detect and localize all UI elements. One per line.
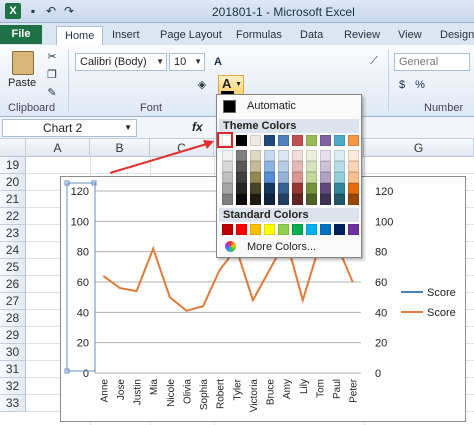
- theme-shade-swatch[interactable]: [320, 172, 331, 183]
- theme-shade-swatch[interactable]: [334, 183, 345, 194]
- standard-color-swatch[interactable]: [250, 224, 261, 235]
- theme-shade-swatch[interactable]: [236, 150, 247, 161]
- more-colors-label: More Colors...: [247, 241, 317, 253]
- theme-shade-swatch[interactable]: [222, 194, 233, 205]
- arrow-line: [109, 142, 211, 174]
- automatic-swatch: [223, 100, 236, 113]
- theme-shade-swatch[interactable]: [222, 161, 233, 172]
- theme-shade-swatch[interactable]: [250, 172, 261, 183]
- theme-color-swatch[interactable]: [334, 135, 345, 146]
- theme-shade-swatch[interactable]: [334, 150, 345, 161]
- theme-shade-swatch[interactable]: [264, 150, 275, 161]
- automatic-color-option[interactable]: Automatic: [219, 97, 359, 117]
- theme-shade-swatch[interactable]: [278, 172, 289, 183]
- theme-colors-heading: Theme Colors: [219, 119, 359, 133]
- theme-shade-swatch[interactable]: [264, 194, 275, 205]
- theme-shade-swatch[interactable]: [292, 150, 303, 161]
- theme-shade-swatch[interactable]: [348, 161, 359, 172]
- theme-shade-swatch[interactable]: [320, 150, 331, 161]
- theme-shade-swatch[interactable]: [334, 172, 345, 183]
- font-color-menu: Automatic Theme Colors Standard Colors M…: [216, 94, 362, 258]
- theme-color-swatch[interactable]: [264, 135, 275, 146]
- theme-shade-swatch[interactable]: [334, 161, 345, 172]
- theme-shade-swatch[interactable]: [222, 183, 233, 194]
- theme-shade-swatch[interactable]: [278, 150, 289, 161]
- theme-shade-swatch[interactable]: [250, 183, 261, 194]
- theme-shade-swatch[interactable]: [236, 194, 247, 205]
- theme-shade-swatch[interactable]: [250, 194, 261, 205]
- standard-color-swatch[interactable]: [334, 224, 345, 235]
- theme-shade-swatch[interactable]: [348, 150, 359, 161]
- standard-color-swatch[interactable]: [320, 224, 331, 235]
- standard-color-swatch[interactable]: [222, 224, 233, 235]
- theme-shade-swatch[interactable]: [250, 161, 261, 172]
- theme-shade-swatch[interactable]: [306, 194, 317, 205]
- standard-color-swatch[interactable]: [292, 224, 303, 235]
- theme-shade-swatch[interactable]: [236, 183, 247, 194]
- theme-shade-swatch[interactable]: [320, 161, 331, 172]
- color-wheel-icon: [225, 241, 236, 252]
- theme-shade-swatch[interactable]: [264, 161, 275, 172]
- selected-swatch-highlight: [217, 132, 233, 148]
- standard-color-swatch[interactable]: [236, 224, 247, 235]
- theme-shade-swatch[interactable]: [320, 183, 331, 194]
- automatic-label: Automatic: [247, 100, 296, 112]
- theme-color-swatch[interactable]: [320, 135, 331, 146]
- theme-shade-swatch[interactable]: [306, 172, 317, 183]
- theme-color-swatch[interactable]: [292, 135, 303, 146]
- theme-shade-swatch[interactable]: [292, 172, 303, 183]
- theme-shade-swatch[interactable]: [250, 150, 261, 161]
- theme-color-swatch[interactable]: [306, 135, 317, 146]
- theme-shade-swatch[interactable]: [292, 183, 303, 194]
- theme-color-swatch[interactable]: [278, 135, 289, 146]
- theme-shade-swatch[interactable]: [320, 194, 331, 205]
- theme-shade-swatch[interactable]: [236, 172, 247, 183]
- theme-shade-swatch[interactable]: [278, 183, 289, 194]
- theme-shade-swatch[interactable]: [348, 194, 359, 205]
- theme-shade-swatch[interactable]: [348, 183, 359, 194]
- standard-color-swatch[interactable]: [278, 224, 289, 235]
- theme-color-swatch[interactable]: [250, 135, 261, 146]
- theme-shade-swatch[interactable]: [222, 172, 233, 183]
- standard-color-swatch[interactable]: [264, 224, 275, 235]
- theme-shade-swatch[interactable]: [278, 194, 289, 205]
- more-colors-option[interactable]: More Colors...: [219, 238, 359, 256]
- theme-shade-swatch[interactable]: [236, 161, 247, 172]
- standard-colors-heading: Standard Colors: [219, 208, 359, 222]
- theme-shade-swatch[interactable]: [278, 161, 289, 172]
- theme-shade-swatch[interactable]: [348, 172, 359, 183]
- theme-color-swatch[interactable]: [236, 135, 247, 146]
- theme-shade-swatch[interactable]: [264, 183, 275, 194]
- standard-color-swatch[interactable]: [348, 224, 359, 235]
- standard-color-swatch[interactable]: [306, 224, 317, 235]
- theme-shade-swatch[interactable]: [334, 194, 345, 205]
- theme-shade-swatch[interactable]: [306, 183, 317, 194]
- theme-shade-swatch[interactable]: [292, 161, 303, 172]
- theme-color-swatch[interactable]: [348, 135, 359, 146]
- theme-shade-swatch[interactable]: [306, 150, 317, 161]
- theme-shade-swatch[interactable]: [306, 161, 317, 172]
- theme-shade-swatch[interactable]: [292, 194, 303, 205]
- theme-shade-swatch[interactable]: [264, 172, 275, 183]
- theme-shade-swatch[interactable]: [222, 150, 233, 161]
